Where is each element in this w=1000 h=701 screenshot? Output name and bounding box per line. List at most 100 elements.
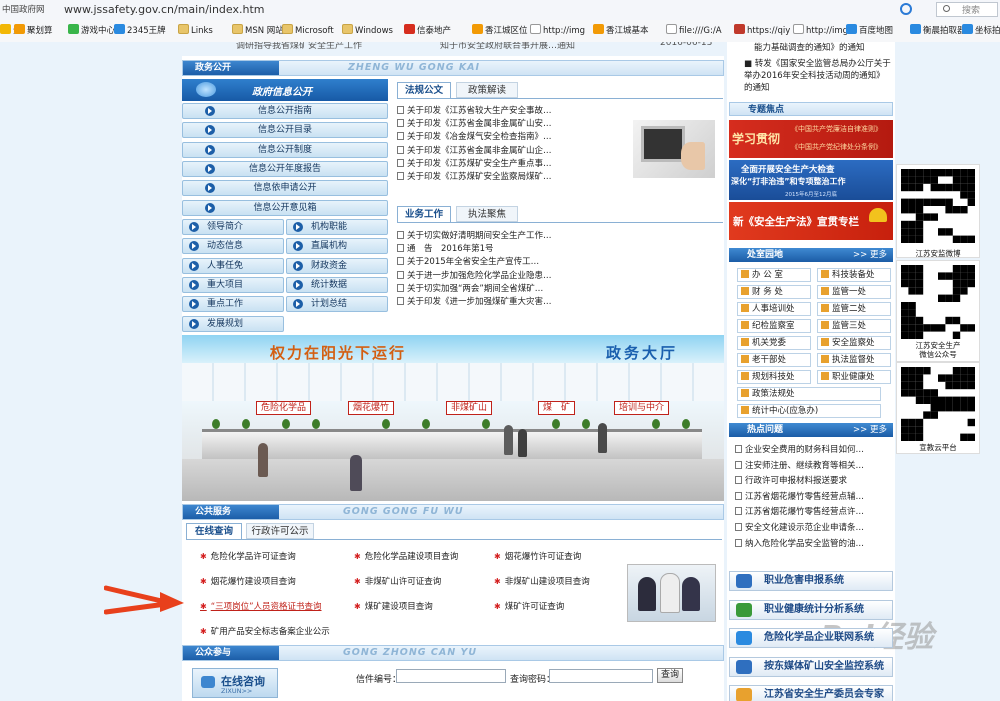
letter-no-input[interactable]	[396, 669, 506, 683]
hot-more-link[interactable]: >> 更多	[853, 423, 887, 437]
favorite-item[interactable]: 衡晨拍取器	[910, 24, 966, 38]
query-link[interactable]: ✱ 矿用产品安全标志备案企业公示	[200, 625, 330, 639]
list-item[interactable]: 通 告 2016年第1号	[397, 243, 567, 256]
list-item[interactable]: 关于切实做好清明期间安全生产工作…	[397, 230, 567, 243]
query-link[interactable]: ✱ 烟花爆竹建设项目查询	[200, 575, 296, 589]
list-item[interactable]: 关于进一步加强危险化学品企业隐患…	[397, 270, 567, 283]
list-item[interactable]: 关于切实加强“两会”期间全省煤矿…	[397, 283, 567, 296]
gov-grid-item[interactable]: 财政资金	[286, 257, 388, 274]
dept-link[interactable]: 政策法规处	[737, 387, 881, 401]
system-button[interactable]: 江苏省安全生产委员会专家库	[729, 685, 893, 701]
query-link[interactable]: ✱ 煤矿许可证查询	[494, 600, 564, 614]
list-item[interactable]: 关于2015年全省安全生产宣传工…	[397, 256, 567, 269]
favorite-item[interactable]: Links	[178, 24, 213, 38]
banner-inspection[interactable]: 全面开展安全生产大检查 深化“打非治违”和专项整治工作 2015年6月至12月底	[729, 160, 893, 200]
query-link[interactable]: ✱ 非煤矿山建设项目查询	[494, 575, 590, 589]
tab-enforce[interactable]: 执法聚焦	[456, 206, 518, 222]
gov-grid-item[interactable]: 直属机构	[286, 238, 388, 255]
favorite-item[interactable]: 百度地图	[846, 24, 893, 38]
query-code-input[interactable]	[549, 669, 653, 683]
list-item[interactable]: 关于印发《江苏煤矿安全监察局煤矿…	[397, 171, 637, 184]
query-link[interactable]: ✱ “三项岗位”人员资格证书查询	[200, 600, 322, 614]
favorite-item[interactable]: 聚划算	[14, 24, 53, 38]
top-cut-mid[interactable]: 知于市安全政府联合事开展…通知	[440, 42, 575, 51]
hot-item[interactable]: 行政许可申报材料报送要求	[735, 475, 891, 488]
list-item[interactable]: 关于印发《江苏煤矿安全生产重点事…	[397, 158, 637, 171]
gov-grid-item[interactable]: 重大项目	[182, 276, 284, 293]
gov-grid-item[interactable]: 领导简介	[182, 219, 284, 235]
dept-more-link[interactable]: >> 更多	[853, 248, 887, 262]
gov-grid-item[interactable]: 计划总结	[286, 296, 388, 313]
dept-link[interactable]: 监管二处	[817, 302, 891, 316]
list-item[interactable]: 关于印发《冶金煤气安全检查指南》…	[397, 131, 637, 144]
favorite-item[interactable]: 游戏中心	[68, 24, 115, 38]
info-item[interactable]: 信息依申请公开	[182, 180, 388, 197]
favorite-item[interactable]: 坐标拍	[962, 24, 1000, 38]
tab-online-query[interactable]: 在线查询	[186, 523, 242, 539]
list-item[interactable]: 关于印发《进一步加强煤矿重大灾害…	[397, 296, 567, 309]
info-item[interactable]: 信息公开制度	[182, 141, 388, 158]
gov-grid-item[interactable]: 人事任免	[182, 257, 284, 274]
gov-grid-item[interactable]: 统计数据	[286, 276, 388, 293]
info-item[interactable]: 信息公开意见箱	[182, 199, 388, 216]
gov-grid-item[interactable]: 重点工作	[182, 296, 284, 313]
gov-grid-item[interactable]: 机构职能	[286, 219, 388, 235]
ie-icon[interactable]	[900, 3, 912, 15]
favorite-item[interactable]: file:///G:/A	[666, 24, 722, 38]
dept-link[interactable]: 人事培训处	[737, 302, 811, 316]
dept-link[interactable]: 纪检监察室	[737, 319, 811, 333]
info-item[interactable]: 信息公开年度报告	[182, 160, 388, 177]
top-cut-left[interactable]: 调研指导我省煤矿安全生产工作	[236, 42, 362, 51]
system-button[interactable]: 按东媒体矿山安全监控系统	[729, 656, 893, 677]
query-link[interactable]: ✱ 烟花爆竹许可证查询	[494, 550, 581, 564]
gov-grid-item[interactable]: 动态信息	[182, 238, 284, 255]
favorite-item[interactable]: 2345王牌	[114, 24, 166, 38]
tab-policy[interactable]: 政策解读	[456, 82, 518, 98]
system-button[interactable]: 职业危害申报系统	[729, 571, 893, 591]
online-consult-button[interactable]: 在线咨询 ZIXUN>>	[192, 668, 278, 698]
dept-link[interactable]: 机关党委	[737, 336, 811, 350]
list-item[interactable]: 关于印发《江苏省较大生产安全事故…	[397, 105, 637, 118]
query-link[interactable]: ✱ 危险化学品许可证查询	[200, 550, 296, 564]
dept-link[interactable]: 统计中心(应急办)	[737, 404, 881, 418]
list-item[interactable]: 关于印发《江苏省金属非金属矿山安…	[397, 118, 637, 131]
hot-item[interactable]: 安全文化建设示范企业申请条…	[735, 522, 891, 535]
dept-link[interactable]: 办 公 室	[737, 268, 811, 282]
hot-item[interactable]: 江苏省烟花爆竹零售经营点辅…	[735, 491, 891, 504]
favorite-item[interactable]: 信泰地产	[404, 24, 451, 38]
info-item[interactable]: 信息公开目录	[182, 122, 388, 139]
favorite-item[interactable]: 香江城基本	[593, 24, 649, 38]
hot-item[interactable]: 注安师注册、继续教育等相关…	[735, 460, 891, 473]
query-button[interactable]: 查询	[657, 668, 683, 683]
hall-banner[interactable]: 权力在阳光下运行 政务大厅 危险化学品 烟花爆竹 非煤矿山 煤 矿 培训与中介	[182, 335, 724, 501]
favorite-item[interactable]: MSN 网站	[232, 24, 284, 38]
dept-link[interactable]: 规划科技处	[737, 370, 811, 384]
favorite-item[interactable]: Windows	[342, 24, 393, 38]
dept-link[interactable]: 财 务 处	[737, 285, 811, 299]
query-link[interactable]: ✱ 危险化学品建设项目查询	[354, 550, 458, 564]
dept-link[interactable]: 监管一处	[817, 285, 891, 299]
banner-safety-law[interactable]: 新《安全生产法》宣贯专栏	[729, 202, 893, 240]
favorite-item[interactable]: https://qiy	[734, 24, 790, 38]
gov-grid-item[interactable]: 发展规划	[182, 315, 284, 332]
query-link[interactable]: ✱ 非煤矿山许可证查询	[354, 575, 441, 589]
url-field[interactable]: www.jssafety.gov.cn/main/index.htm	[64, 3, 265, 16]
dept-link[interactable]: 执法监督处	[817, 353, 891, 367]
list-item[interactable]: 关于印发《江苏省金属非金属矿山企…	[397, 145, 637, 158]
dept-link[interactable]: 职业健康处	[817, 370, 891, 384]
dept-link[interactable]: 安全监察处	[817, 336, 891, 350]
dept-link[interactable]: 监管三处	[817, 319, 891, 333]
info-item[interactable]: 信息公开指南	[182, 103, 388, 119]
sidebar-notice-2[interactable]: ■ 转发《国家安全监管总局办公厅关于举办2016年安全科技活动周的通知》的通知	[744, 58, 892, 94]
hot-item[interactable]: 企业安全费用的财务科目如何…	[735, 444, 891, 457]
favorite-item[interactable]: http://img	[530, 24, 585, 38]
query-link[interactable]: ✱ 煤矿建设项目查询	[354, 600, 433, 614]
system-button[interactable]: 危险化学品企业联网系统	[729, 628, 893, 648]
sidebar-notice-1[interactable]: 能力基础调查的通知》的通知	[754, 42, 894, 54]
tab-work[interactable]: 业务工作	[397, 206, 451, 222]
dept-link[interactable]: 科技装备处	[817, 268, 891, 282]
tab-license-notice[interactable]: 行政许可公示	[246, 523, 314, 539]
system-button[interactable]: 职业健康统计分析系统	[729, 599, 893, 620]
hot-item[interactable]: 江苏省烟花爆竹零售经营点许…	[735, 506, 891, 519]
dept-link[interactable]: 老干部处	[737, 353, 811, 367]
